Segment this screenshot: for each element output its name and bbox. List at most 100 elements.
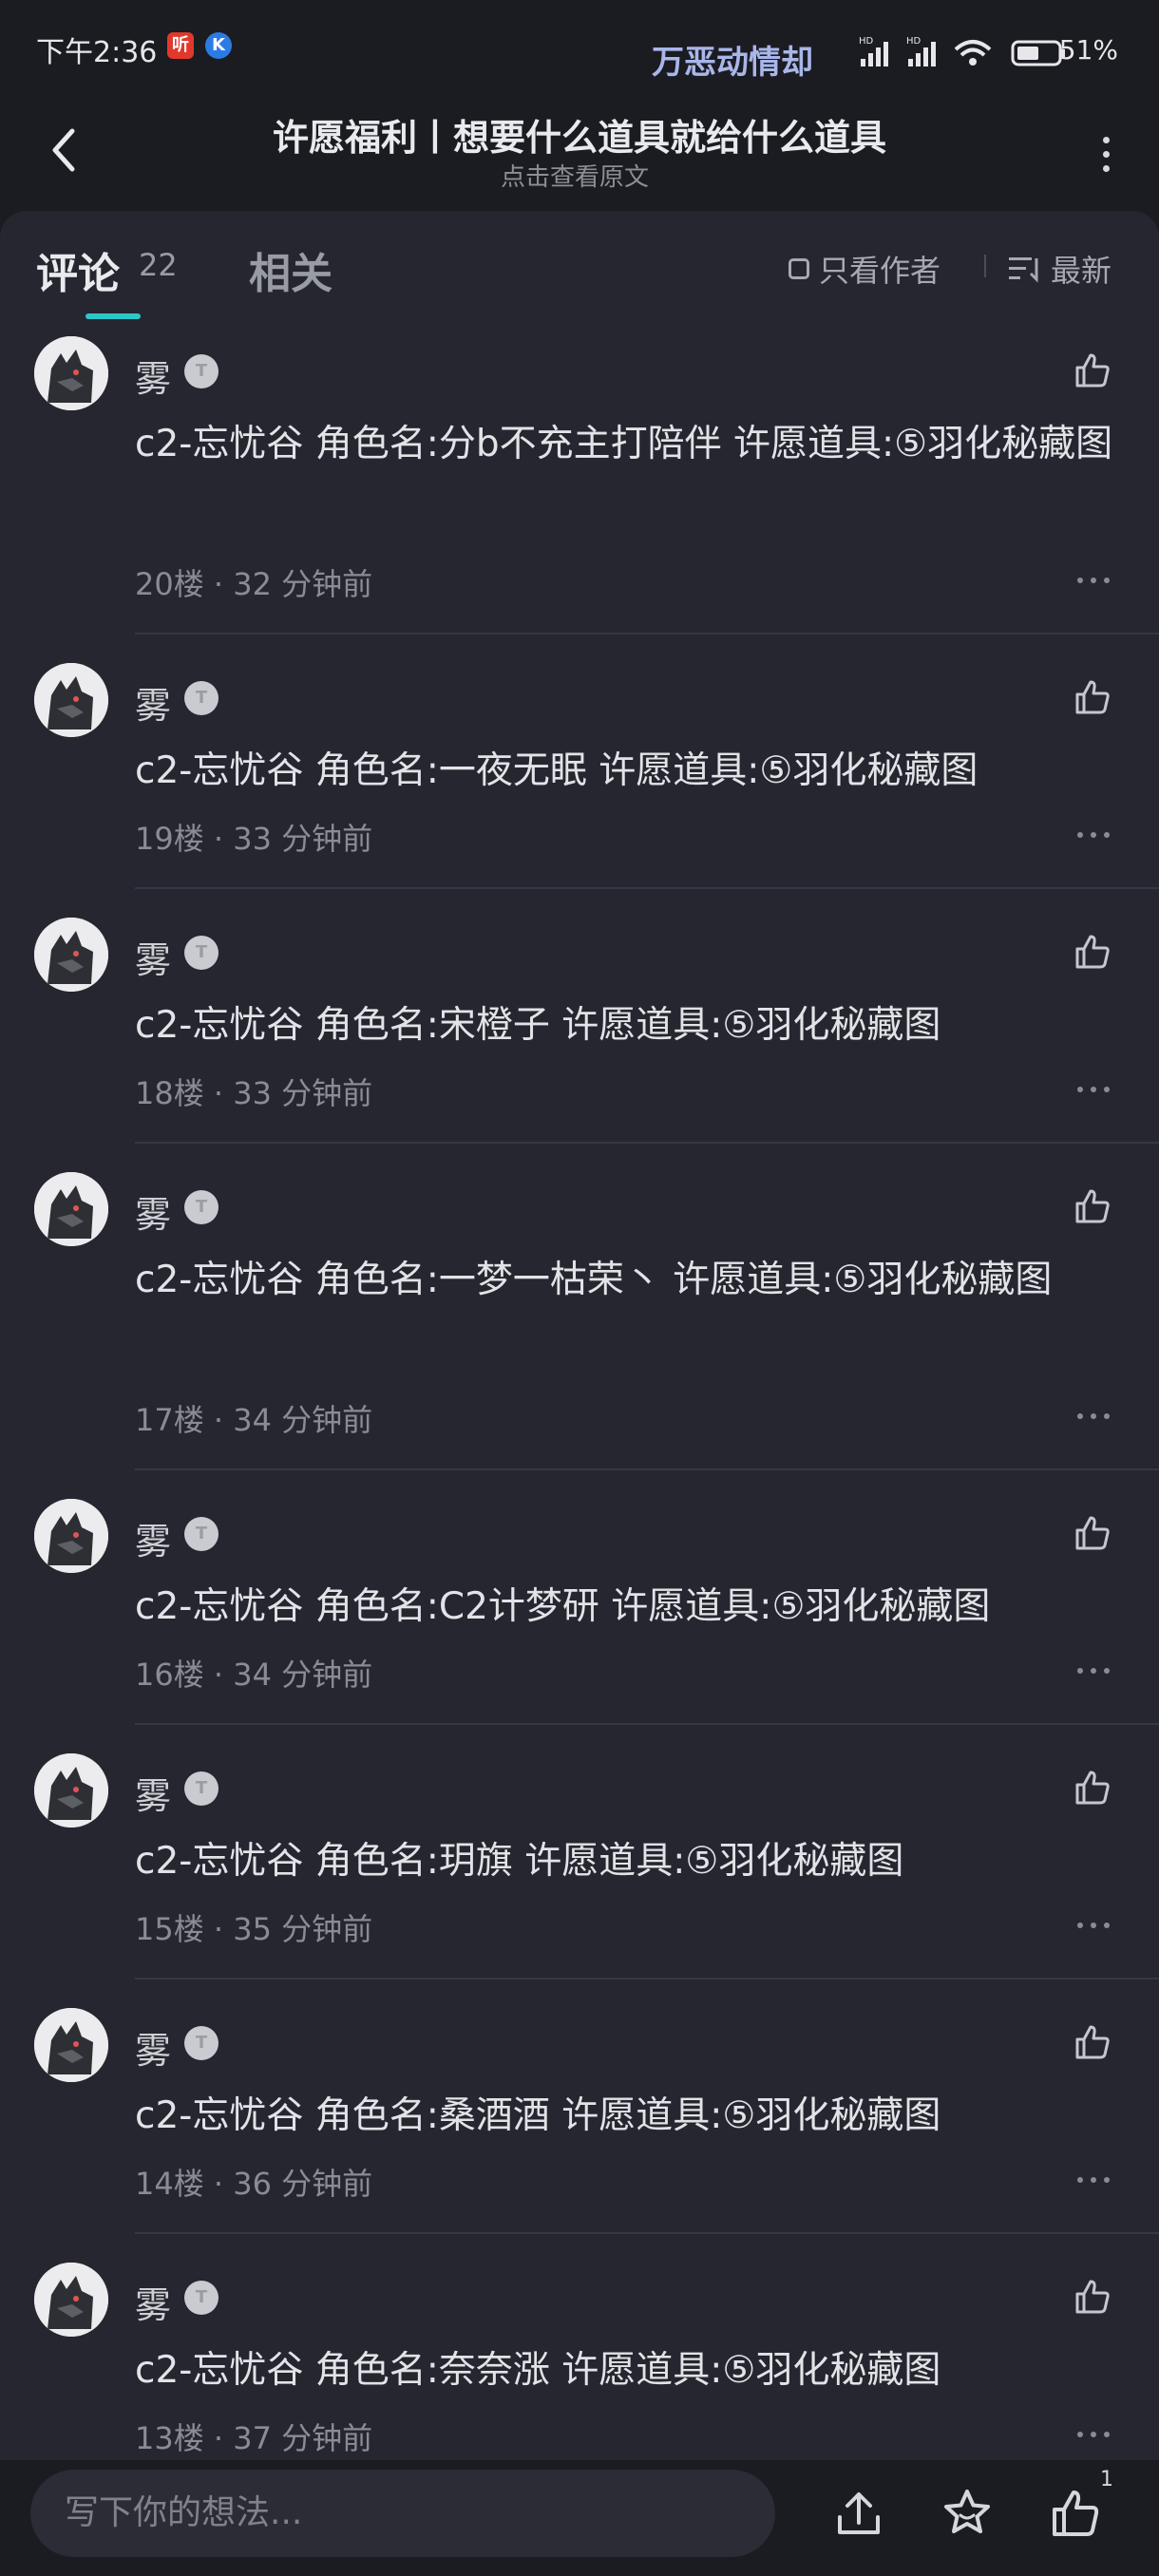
comment-text: c2-忘忧谷 角色名:宋橙子 许愿道具:⑤羽化秘藏图: [135, 1004, 941, 1047]
share-icon[interactable]: [832, 2487, 885, 2540]
sort-icon: [1009, 257, 1038, 283]
comment-text: c2-忘忧谷 角色名:奈奈涨 许愿道具:⑤羽化秘藏图: [135, 2349, 941, 2392]
like-count: 1: [1100, 2468, 1113, 2491]
bottom-bar: 写下你的想法... 1: [0, 2460, 1159, 2576]
comment-floor: 13楼: [135, 2420, 204, 2456]
comment-time: 37 分钟前: [233, 2420, 373, 2456]
comment-floor: 15楼: [135, 1911, 204, 1947]
comment-item[interactable]: 雾 Tc2-忘忧谷 角色名:一梦一枯荣丶 许愿道具:⑤羽化秘藏图 17楼 · 34 …: [0, 1172, 1159, 1470]
avatar[interactable]: [34, 663, 108, 737]
user-level-badge: T: [184, 936, 218, 970]
comment-text: c2-忘忧谷 角色名:桑酒酒 许愿道具:⑤羽化秘藏图: [135, 2094, 941, 2137]
comment-item[interactable]: 雾 Tc2-忘忧谷 角色名:桑酒酒 许愿道具:⑤羽化秘藏图 14楼 · 36 分钟前: [0, 2008, 1159, 2234]
meta-separator: ·: [203, 566, 234, 602]
avatar[interactable]: [34, 2008, 108, 2082]
user-level-badge: T: [184, 1190, 218, 1224]
tab-related[interactable]: 相关: [249, 239, 332, 300]
user-level-badge: T: [184, 1771, 218, 1806]
notification-k-icon: K: [205, 32, 232, 59]
like-icon[interactable]: [1049, 2487, 1102, 2540]
comment-username[interactable]: 雾: [135, 2021, 171, 2074]
comment-username[interactable]: 雾: [135, 931, 171, 983]
user-level-badge: T: [184, 2281, 218, 2315]
comment-time: 33 分钟前: [233, 821, 373, 857]
comment-like-icon[interactable]: [1074, 1769, 1112, 1807]
author-only-label: 只看作者: [819, 253, 941, 289]
comment-more-icon[interactable]: [1077, 1413, 1110, 1423]
comment-item[interactable]: 雾 Tc2-忘忧谷 角色名:C2计梦研 许愿道具:⑤羽化秘藏图 16楼 · 34 分…: [0, 1499, 1159, 1725]
comment-item[interactable]: 雾 Tc2-忘忧谷 角色名:玥旗 许愿道具:⑤羽化秘藏图 15楼 · 35 分钟前: [0, 1753, 1159, 1979]
comment-more-icon[interactable]: [1077, 1923, 1110, 1932]
comment-like-icon[interactable]: [1074, 678, 1112, 716]
comment-floor: 19楼: [135, 821, 204, 857]
comment-count: 22: [139, 247, 178, 283]
more-options-icon[interactable]: [1100, 129, 1112, 177]
comment-meta: 14楼 · 36 分钟前: [135, 2160, 372, 2204]
divider: [984, 255, 986, 277]
avatar[interactable]: [34, 1172, 108, 1246]
view-original-link[interactable]: 点击查看原文: [0, 158, 1150, 193]
comment-floor: 16楼: [135, 1657, 204, 1693]
sort-toggle[interactable]: 最新: [1007, 247, 1112, 291]
comment-meta: 19楼 · 33 分钟前: [135, 815, 372, 859]
comment-time: 36 分钟前: [233, 2166, 373, 2202]
comment-username[interactable]: 雾: [135, 1185, 171, 1238]
meta-separator: ·: [203, 1075, 234, 1111]
favorite-star-icon[interactable]: [940, 2487, 994, 2540]
comment-like-icon[interactable]: [1074, 933, 1112, 971]
avatar[interactable]: [34, 918, 108, 992]
comment-more-icon[interactable]: [1077, 1087, 1110, 1096]
comment-username[interactable]: 雾: [135, 2276, 171, 2328]
meta-separator: ·: [203, 1657, 234, 1693]
meta-separator: ·: [203, 821, 234, 857]
comment-username[interactable]: 雾: [135, 676, 171, 729]
comment-more-icon[interactable]: [1077, 2177, 1110, 2187]
comment-username[interactable]: 雾: [135, 1767, 171, 1819]
avatar[interactable]: [34, 1499, 108, 1573]
battery-percent: 51%: [1058, 34, 1118, 66]
comment-like-icon[interactable]: [1074, 1514, 1112, 1552]
comment-floor: 18楼: [135, 1075, 204, 1111]
status-bar: 下午2:36 听 K 万恶动情却 HD HD 51%: [0, 0, 1159, 95]
comment-item[interactable]: 雾 Tc2-忘忧谷 角色名:奈奈涨 许愿道具:⑤羽化秘藏图 13楼 · 37 分钟前: [0, 2263, 1159, 2460]
meta-separator: ·: [203, 2166, 234, 2202]
user-level-badge: T: [184, 681, 218, 715]
comment-text: c2-忘忧谷 角色名:一夜无眠 许愿道具:⑤羽化秘藏图: [135, 749, 978, 792]
comment-more-icon[interactable]: [1077, 2432, 1110, 2441]
avatar[interactable]: [34, 1753, 108, 1828]
comment-meta: 16楼 · 34 分钟前: [135, 1651, 372, 1695]
comment-item[interactable]: 雾 Tc2-忘忧谷 角色名:分b不充主打陪伴 许愿道具:⑤羽化秘藏图 20楼 · 3…: [0, 336, 1159, 635]
comment-like-icon[interactable]: [1074, 1187, 1112, 1225]
comment-time: 34 分钟前: [233, 1657, 373, 1693]
comment-like-icon[interactable]: [1074, 2023, 1112, 2061]
user-level-badge: T: [184, 354, 218, 388]
author-only-toggle[interactable]: 只看作者: [788, 247, 940, 291]
sort-label: 最新: [1051, 253, 1112, 289]
svg-text:HD: HD: [906, 36, 922, 47]
comment-meta: 17楼 · 34 分钟前: [135, 1396, 372, 1440]
comment-more-icon[interactable]: [1077, 578, 1110, 587]
comment-item[interactable]: 雾 Tc2-忘忧谷 角色名:宋橙子 许愿道具:⑤羽化秘藏图 18楼 · 33 分钟前: [0, 918, 1159, 1144]
avatar[interactable]: [34, 2263, 108, 2337]
comment-like-icon[interactable]: [1074, 351, 1112, 389]
comment-divider: [135, 1723, 1159, 1725]
comment-floor: 14楼: [135, 2166, 204, 2202]
avatar[interactable]: [34, 336, 108, 410]
comment-meta: 18楼 · 33 分钟前: [135, 1070, 372, 1113]
comment-divider: [135, 1978, 1159, 1979]
comment-like-icon[interactable]: [1074, 2278, 1112, 2316]
comment-item[interactable]: 雾 Tc2-忘忧谷 角色名:一夜无眠 许愿道具:⑤羽化秘藏图 19楼 · 33 分钟…: [0, 663, 1159, 889]
comment-more-icon[interactable]: [1077, 832, 1110, 842]
meta-separator: ·: [203, 2420, 234, 2456]
active-tab-indicator: [86, 313, 141, 319]
comment-time: 32 分钟前: [233, 566, 373, 602]
comments-panel: 评论 22 相关 只看作者 最新 雾 Tc2-忘忧谷 角色名:分b不充主打陪伴 许…: [0, 211, 1159, 2460]
comment-username[interactable]: 雾: [135, 350, 171, 402]
comment-input[interactable]: 写下你的想法...: [30, 2470, 775, 2557]
meta-separator: ·: [203, 1402, 234, 1438]
comment-more-icon[interactable]: [1077, 1668, 1110, 1677]
comment-username[interactable]: 雾: [135, 1512, 171, 1564]
tab-comments[interactable]: 评论: [36, 239, 120, 300]
tab-bar: 评论 22 相关 只看作者 最新: [0, 211, 1159, 334]
comment-text: c2-忘忧谷 角色名:玥旗 许愿道具:⑤羽化秘藏图: [135, 1840, 904, 1883]
